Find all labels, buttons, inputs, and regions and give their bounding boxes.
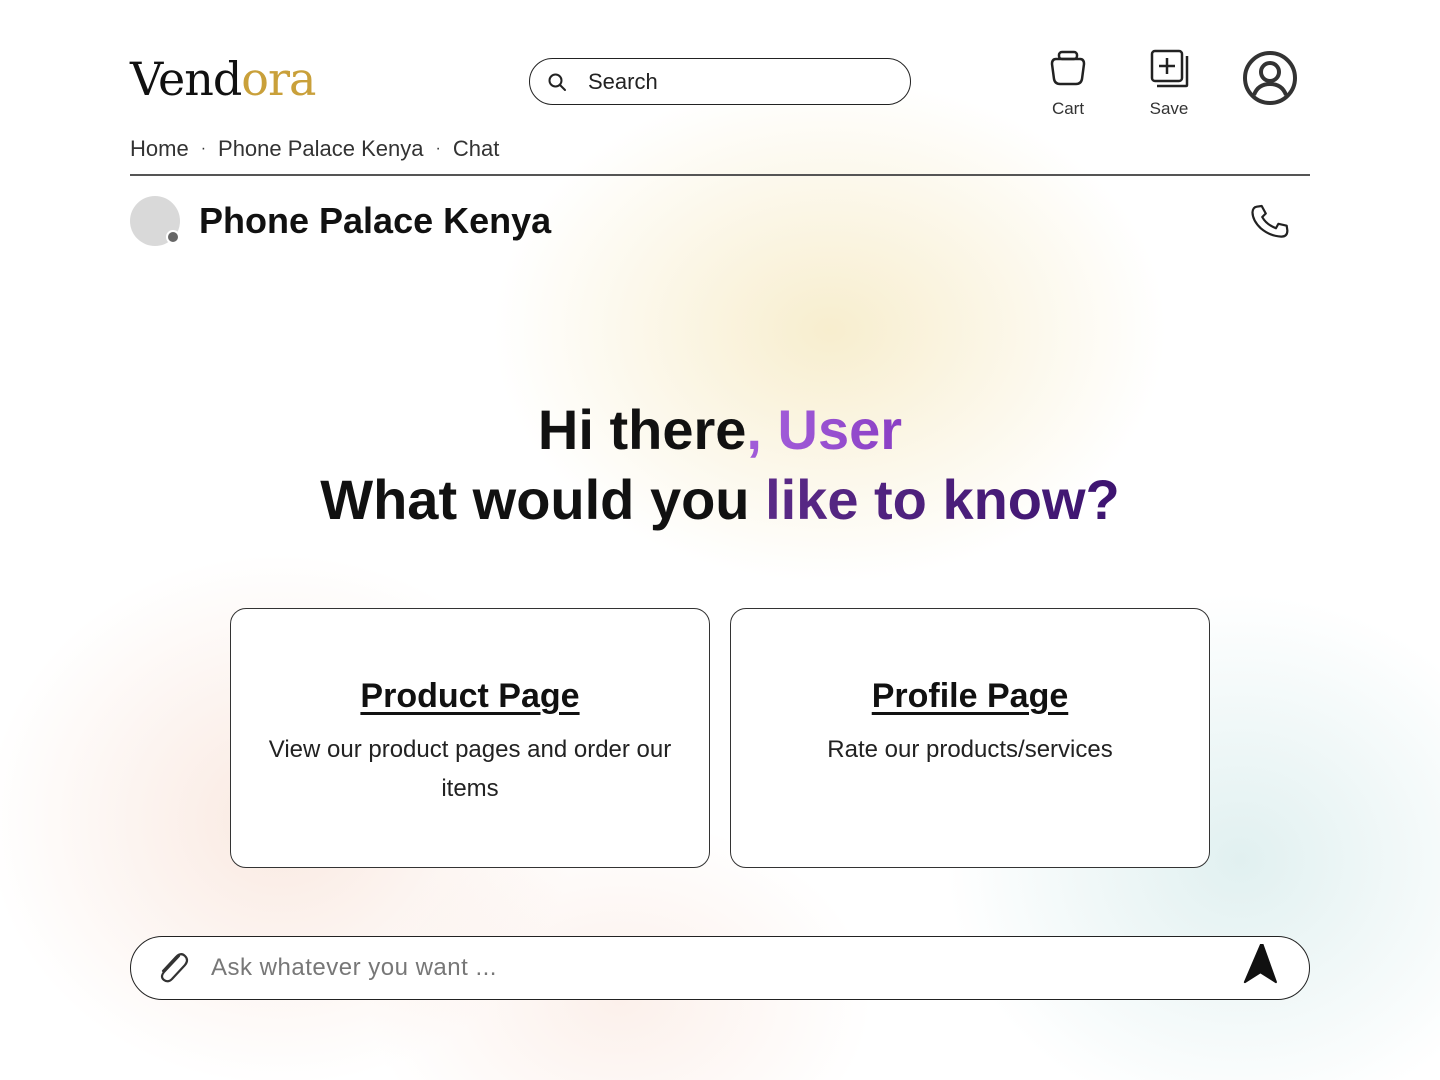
send-icon[interactable] [1235,941,1283,992]
breadcrumb: Home · Phone Palace Kenya · Chat [130,136,499,162]
product-page-description: View our product pages and order our ite… [268,736,672,802]
breadcrumb-home[interactable]: Home [130,136,189,162]
call-button[interactable] [1248,200,1292,244]
greeting-line-2: What would you like to know? [0,465,1440,535]
cart-icon [1048,48,1088,93]
profile-button[interactable] [1242,50,1298,106]
save-button[interactable]: Save [1140,48,1198,119]
breadcrumb-separator: · [435,140,441,157]
phone-icon [1248,204,1292,248]
paperclip-icon[interactable] [151,946,195,990]
logo-text-prefix: Vend [130,52,242,106]
product-page-title[interactable]: Product Page [360,677,579,716]
greeting-user-name: User [777,398,903,461]
search-icon [546,71,568,93]
search-bar[interactable] [529,58,911,105]
save-icon [1149,48,1189,93]
cart-button[interactable]: Cart [1042,48,1094,119]
chat-message-input[interactable] [211,954,1235,982]
search-input[interactable] [588,68,888,95]
breadcrumb-separator: · [200,140,207,157]
breadcrumb-chat[interactable]: Chat [453,136,499,162]
profile-page-title[interactable]: Profile Page [872,677,1069,716]
header-divider [130,174,1310,176]
cart-label: Cart [1051,99,1085,118]
greeting-hi: Hi there [537,398,747,461]
vendora-logo[interactable]: Vendora [130,52,316,106]
profile-icon [1242,51,1298,110]
store-name: Phone Palace Kenya [199,200,552,241]
greeting-line-1: Hi there, User [0,395,1440,465]
profile-page-card[interactable]: Profile Page Rate our products/services [730,608,1210,868]
greeting-question-start: What would you [320,468,766,531]
product-page-card[interactable]: Product Page View our product pages and … [230,608,710,868]
chat-input-bar [130,936,1310,1000]
store-avatar[interactable] [130,196,180,246]
greeting-heading: Hi there, User What would you like to kn… [0,395,1440,535]
status-indicator [166,230,180,244]
breadcrumb-store[interactable]: Phone Palace Kenya [218,136,424,162]
greeting-comma: , [746,398,762,461]
logo-text-accent: ora [241,52,316,106]
profile-page-description: Rate our products/services [827,736,1113,763]
save-label: Save [1149,99,1189,118]
greeting-question-accent: like to know? [765,468,1120,531]
